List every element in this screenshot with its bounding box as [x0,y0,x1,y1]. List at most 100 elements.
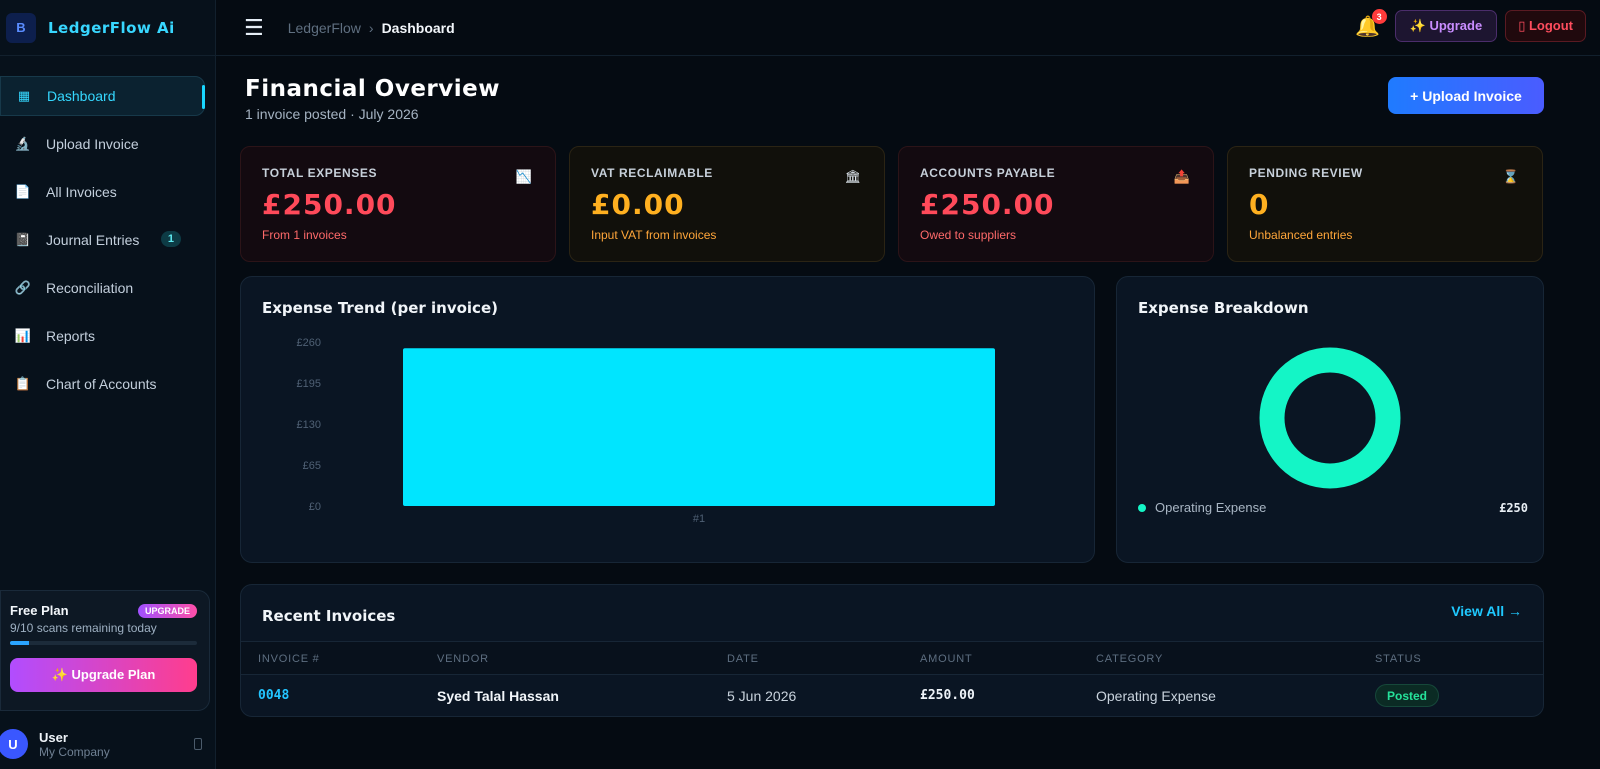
breadcrumb-current: Dashboard [381,19,455,36]
bank-icon: 🏛 [844,169,862,184]
sidebar-item-label: All Invoices [46,184,117,200]
breadcrumb-root[interactable]: LedgerFlow [288,20,361,36]
stat-value: £250.00 [262,188,397,221]
app-logo-icon: B [6,12,36,43]
stat-description: Owed to suppliers [920,228,1017,242]
y-tick-label: £260 [297,337,321,349]
y-tick-label: £0 [309,501,321,513]
column-header-amount[interactable]: AMOUNT [920,653,972,665]
plan-usage-fill [10,641,29,645]
app-name: LedgerFlow Ai [48,18,175,37]
sidebar-item-label: Reconciliation [46,280,134,296]
legend-swatch [1138,503,1146,512]
invoice-date: 5 Jun 2026 [727,688,797,704]
sidebar-item-label: Dashboard [47,88,116,104]
y-tick-label: £130 [297,419,321,431]
sidebar-item-journal-entries[interactable]: 📓 Journal Entries 1 [0,220,205,260]
stat-card-total-expenses: TOTAL EXPENSES £250.00 From 1 invoices 📉 [240,146,556,262]
sidebar-item-upload-invoice[interactable]: 🔬 Upload Invoice [0,124,205,164]
stat-card-accounts-payable: ACCOUNTS PAYABLE £250.00 Owed to supplie… [898,146,1214,262]
sidebar-item-reconciliation[interactable]: 🔗 Reconciliation [0,268,205,308]
invoice-category: Operating Expense [1096,688,1216,704]
sidebar-item-label: Reports [46,328,96,344]
breadcrumb-separator-icon: › [368,19,374,36]
sidebar-nav: ▦ Dashboard 🔬 Upload Invoice 📄 All Invoi… [0,56,215,404]
stat-value: £250.00 [920,188,1055,221]
trend-down-icon: 📉 [515,169,533,184]
legend-value: £250 [1499,500,1528,515]
plan-card: Free Plan UPGRADE 9/10 scans remaining t… [0,590,210,711]
legend-item: Operating Expense £250 [1138,500,1528,515]
user-company: My Company [39,744,110,759]
bar-chart-icon: 📊 [14,328,32,343]
stat-description: From 1 invoices [262,228,347,242]
breadcrumb: LedgerFlow › Dashboard [288,20,455,36]
user-profile[interactable]: U User My Company [0,724,216,764]
avatar: U [0,729,28,759]
legend-label: Operating Expense [1155,500,1267,515]
sidebar-item-label: Chart of Accounts [46,376,157,392]
clipboard-icon: 📋 [14,376,32,391]
bar [403,348,995,506]
sidebar-item-reports[interactable]: 📊 Reports [0,316,205,356]
recent-invoices-panel: Recent Invoices View All → INVOICE # VEN… [240,584,1544,717]
y-tick-label: £65 [303,460,321,472]
sidebar: B LedgerFlow Ai ▦ Dashboard 🔬 Upload Inv… [0,0,216,769]
user-name: User [39,729,68,745]
stat-description: Input VAT from invoices [591,228,717,242]
column-header-vendor[interactable]: VENDOR [437,653,489,665]
expense-breakdown-panel: Expense Breakdown Operating Expense £250 [1116,276,1544,563]
upload-invoice-button[interactable]: + Upload Invoice [1388,77,1544,114]
microscope-icon: 🔬 [14,136,32,151]
upgrade-button[interactable]: ✨ Upgrade [1394,10,1498,42]
view-all-link[interactable]: View All → [1451,603,1522,619]
page-subtitle: 1 invoice posted · July 2026 [245,106,419,122]
main-content: Financial Overview 1 invoice posted · Ju… [216,56,1600,769]
invoice-amount: £250.00 [920,688,975,703]
stat-card-vat-reclaimable: VAT RECLAIMABLE £0.00 Input VAT from inv… [569,146,885,262]
column-header-date[interactable]: DATE [727,653,759,665]
table-header: INVOICE # VENDOR DATE AMOUNT CATEGORY ST… [241,641,1543,675]
stat-label: PENDING REVIEW [1249,166,1363,180]
column-header-category[interactable]: CATEGORY [1096,653,1163,665]
column-header-status[interactable]: STATUS [1375,653,1422,665]
vendor-name: Syed Talal Hassan [437,688,559,704]
section-title: Recent Invoices [262,607,396,625]
journal-count-badge: 1 [160,231,181,247]
sidebar-item-label: Journal Entries [46,232,140,248]
donut-slice [1259,347,1401,489]
notebook-icon: 📓 [14,232,32,247]
stat-value: £0.00 [591,188,685,221]
expense-trend-chart: £0 £65 £130 £195 £260 #1 [297,337,995,525]
stat-label: ACCOUNTS PAYABLE [920,166,1056,180]
plan-usage-bar [10,641,197,645]
notifications-button[interactable]: 🔔 3 [1355,9,1387,39]
plan-title: Free Plan [10,603,69,618]
sidebar-item-all-invoices[interactable]: 📄 All Invoices [0,172,205,212]
hourglass-icon: ⌛ [1502,169,1520,184]
column-header-invoice[interactable]: INVOICE # [258,653,320,665]
notification-count-badge: 3 [1371,9,1387,24]
stat-value: 0 [1249,188,1270,221]
document-icon: 📄 [14,184,32,199]
stat-card-pending-review: PENDING REVIEW 0 Unbalanced entries ⌛ [1227,146,1543,262]
outbox-icon: 📤 [1173,169,1191,184]
y-tick-label: £195 [297,378,321,390]
user-menu-icon[interactable] [194,738,202,750]
menu-icon[interactable]: ☰ [244,15,264,41]
invoice-number-link[interactable]: 0048 [258,688,289,703]
plan-usage-text: 9/10 scans remaining today [10,621,157,635]
link-icon: 🔗 [14,280,32,295]
brand[interactable]: B LedgerFlow Ai [0,0,215,56]
sidebar-item-label: Upload Invoice [46,136,139,152]
plan-upgrade-badge[interactable]: UPGRADE [137,603,197,618]
upgrade-plan-button[interactable]: ✨ Upgrade Plan [10,658,197,692]
stat-description: Unbalanced entries [1249,228,1353,242]
logout-button[interactable]: ▯ Logout [1505,10,1586,42]
sidebar-item-dashboard[interactable]: ▦ Dashboard [0,76,205,116]
page-title: Financial Overview [245,76,501,102]
sidebar-item-chart-of-accounts[interactable]: 📋 Chart of Accounts [0,364,205,404]
stat-label: TOTAL EXPENSES [262,166,378,180]
status-badge: Posted [1375,684,1440,707]
expense-breakdown-chart [1259,347,1401,489]
